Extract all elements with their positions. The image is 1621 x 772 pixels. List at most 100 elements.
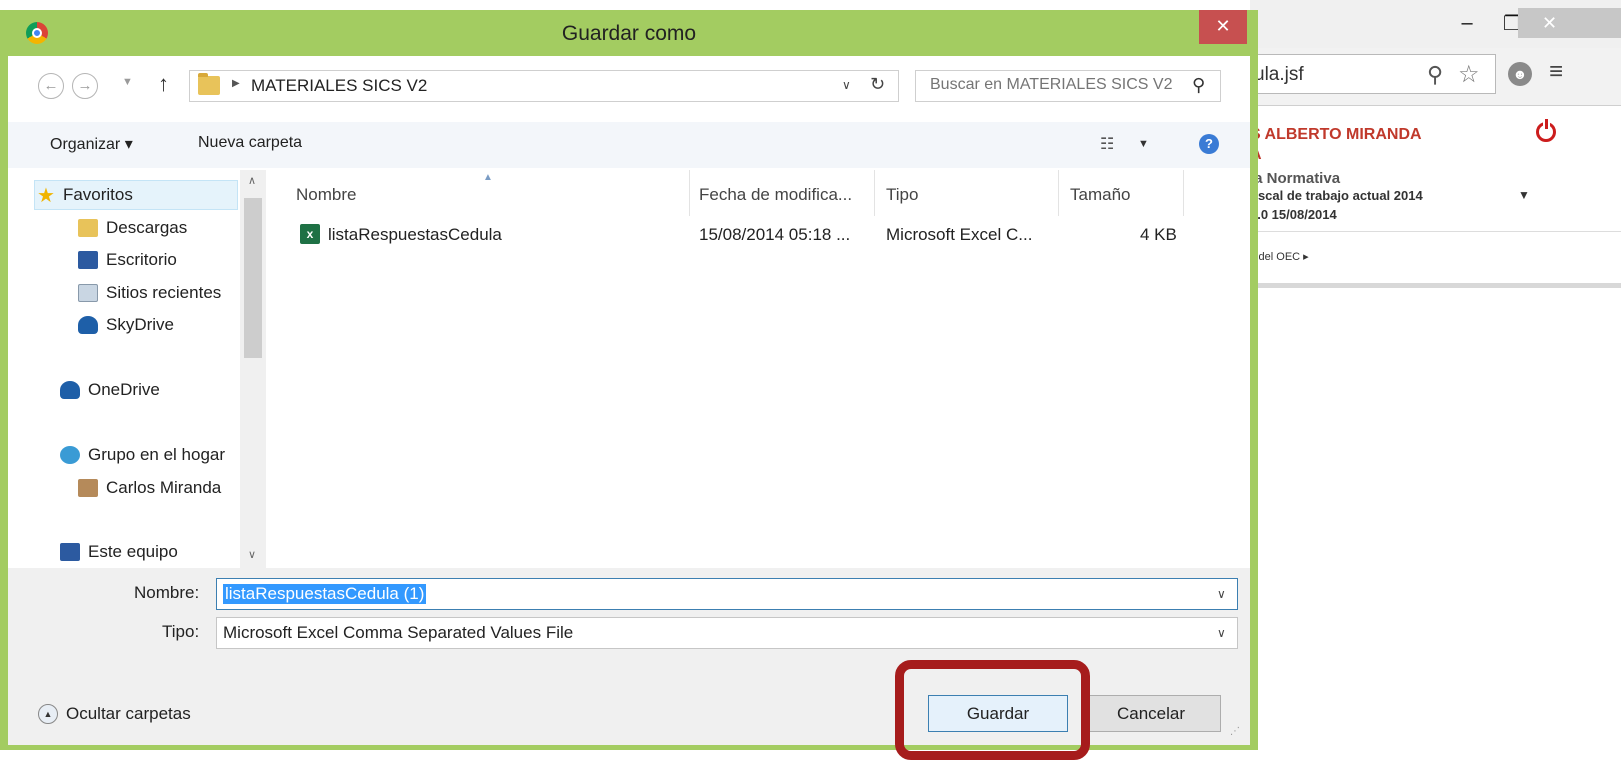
file-type-value: Microsoft Excel Comma Separated Values F… (223, 623, 574, 642)
chevron-right-icon[interactable]: ▶ (232, 78, 240, 89)
recent-locations-icon[interactable]: ▼ (122, 76, 133, 88)
cancel-button[interactable]: Cancelar (1081, 695, 1221, 732)
dialog-titlebar: Guardar como ✕ (0, 10, 1258, 58)
file-name: listaRespuestasCedula (328, 225, 502, 244)
refresh-icon[interactable]: ↻ (870, 74, 885, 95)
save-as-dialog: Guardar como ✕ ← → ▼ ↑ ▶ MATERIALES SICS… (0, 10, 1258, 750)
forward-button[interactable]: → (72, 73, 98, 99)
sort-ascending-icon: ▲ (483, 172, 493, 183)
version-line: 2.0 15/08/2014 (1250, 207, 1337, 222)
menu-icon[interactable]: ≡ (1549, 58, 1563, 86)
organize-button[interactable]: Organizar ▾ (50, 134, 133, 154)
sidebar-item-onedrive[interactable]: OneDrive (60, 380, 160, 400)
file-list: ▲ Nombre Fecha de modifica... Tipo Tamañ… (268, 170, 1250, 568)
path-segment[interactable]: MATERIALES SICS V2 (251, 76, 427, 96)
name-label: Nombre: (134, 583, 200, 602)
up-folder-icon[interactable]: ↑ (158, 71, 169, 97)
cloud-icon (60, 381, 80, 399)
address-text: ula.jsf (1254, 64, 1304, 85)
file-type-select[interactable]: Microsoft Excel Comma Separated Values F… (216, 617, 1238, 649)
file-row[interactable]: x listaRespuestasCedula 15/08/2014 05:18… (288, 220, 1188, 250)
highlight-annotation (895, 660, 1090, 760)
star-icon: ★ (37, 184, 55, 207)
search-box[interactable]: ⚲ (915, 70, 1221, 102)
filename-input[interactable]: listaRespuestasCedula (1) ∨ (216, 578, 1238, 610)
sidebar-item-label: Descargas (106, 218, 188, 237)
power-icon[interactable] (1536, 119, 1556, 142)
filename-value[interactable]: listaRespuestasCedula (1) (223, 584, 427, 604)
cloud-icon (78, 316, 98, 334)
scroll-thumb[interactable] (244, 198, 262, 358)
search-input[interactable] (930, 76, 1190, 94)
hide-folders-toggle[interactable]: ▲ Ocultar carpetas (38, 704, 191, 724)
address-path[interactable]: ▶ MATERIALES SICS V2 ∨ ↻ (189, 70, 899, 102)
sidebar-item-label: Favoritos (62, 185, 133, 204)
scroll-down-icon[interactable]: ∨ (248, 548, 256, 561)
sidebar-item-descargas[interactable]: Descargas (78, 218, 187, 238)
divider (1250, 283, 1621, 288)
command-bar: Organizar ▾ Nueva carpeta ☷ ▼ ? (8, 122, 1250, 168)
column-divider[interactable] (874, 170, 875, 216)
column-divider[interactable] (689, 170, 690, 216)
column-divider[interactable] (1183, 170, 1184, 216)
browser-titlebar: – ❐ ✕ (1250, 0, 1621, 48)
chevron-up-icon: ▲ (38, 704, 58, 724)
column-divider[interactable] (1058, 170, 1059, 216)
chevron-down-icon[interactable]: ▼ (1518, 188, 1530, 202)
search-icon[interactable]: ⚲ (1192, 75, 1205, 96)
user-name: S ALBERTO MIRANDA (1250, 126, 1422, 143)
scroll-up-icon[interactable]: ∧ (248, 174, 256, 187)
downloads-folder-icon (78, 219, 98, 237)
hide-folders-label: Ocultar carpetas (66, 704, 191, 723)
file-size: 4 KB (1140, 225, 1177, 244)
page-nav-link[interactable]: s del OEC ▸ (1250, 250, 1309, 263)
help-icon[interactable]: ? (1199, 134, 1219, 154)
recent-places-icon (78, 284, 98, 302)
sidebar-item-label: SkyDrive (106, 315, 175, 334)
sidebar-item-label: Este equipo (88, 542, 178, 561)
column-header-date[interactable]: Fecha de modifica... (699, 185, 852, 205)
sidebar-item-label: Sitios recientes (106, 283, 222, 302)
chevron-down-icon[interactable]: ∨ (1217, 587, 1226, 601)
user-avatar-icon (78, 479, 98, 497)
dialog-title: Guardar como (561, 22, 697, 45)
column-header-type[interactable]: Tipo (886, 185, 918, 205)
minimize-button[interactable]: – (1445, 8, 1489, 38)
section-title: ia Normativa (1250, 170, 1341, 187)
path-dropdown-icon[interactable]: ∨ (842, 78, 851, 92)
excel-file-icon: x (300, 224, 320, 244)
new-folder-button[interactable]: Nueva carpeta (198, 134, 302, 152)
extension-icon[interactable]: ☻ (1508, 62, 1532, 86)
view-options-icon[interactable]: ☷ (1100, 134, 1114, 154)
column-header-name[interactable]: Nombre (296, 185, 356, 205)
sidebar-item-favoritos[interactable]: ★ Favoritos (34, 180, 238, 210)
computer-icon (60, 543, 80, 561)
sidebar-item-label: Grupo en el hogar (88, 445, 226, 464)
back-button[interactable]: ← (38, 73, 64, 99)
workpaper-selector[interactable]: fiscal de trabajo actual 2014 (1250, 188, 1423, 203)
file-date: 15/08/2014 05:18 ... (699, 225, 851, 244)
navigation-bar: ← → ▼ ↑ ▶ MATERIALES SICS V2 ∨ ↻ ⚲ (8, 56, 1250, 116)
homegroup-icon (60, 446, 80, 464)
zoom-icon[interactable]: ⚲ (1427, 62, 1443, 88)
chevron-down-icon[interactable]: ▼ (1138, 138, 1149, 150)
sidebar-item-este-equipo[interactable]: Este equipo (60, 542, 178, 562)
sidebar-item-skydrive[interactable]: SkyDrive (78, 315, 174, 335)
sidebar-item-label: Escritorio (106, 250, 177, 269)
type-label: Tipo: (162, 622, 200, 641)
sidebar-item-grupo-hogar[interactable]: Grupo en el hogar (60, 445, 225, 465)
chevron-down-icon[interactable]: ∨ (1217, 626, 1226, 640)
folder-icon (198, 73, 220, 95)
browser-close-button[interactable]: ✕ (1518, 8, 1621, 38)
sidebar-item-label: OneDrive (88, 380, 160, 399)
sidebar-item-carlos-miranda[interactable]: Carlos Miranda (78, 478, 221, 498)
sidebar-item-label: Carlos Miranda (106, 478, 222, 497)
column-header-size[interactable]: Tamaño (1070, 185, 1130, 205)
resize-grip-icon[interactable]: ⋰ (1230, 726, 1240, 737)
dialog-close-button[interactable]: ✕ (1199, 10, 1247, 44)
bookmark-star-icon[interactable]: ☆ (1458, 60, 1480, 89)
address-bar[interactable]: ula.jsf ⚲ ☆ (1250, 54, 1496, 94)
sidebar-item-escritorio[interactable]: Escritorio (78, 250, 177, 270)
sidebar-item-sitios-recientes[interactable]: Sitios recientes (78, 283, 221, 303)
navpane-scrollbar[interactable]: ∧ ∨ (240, 170, 266, 568)
